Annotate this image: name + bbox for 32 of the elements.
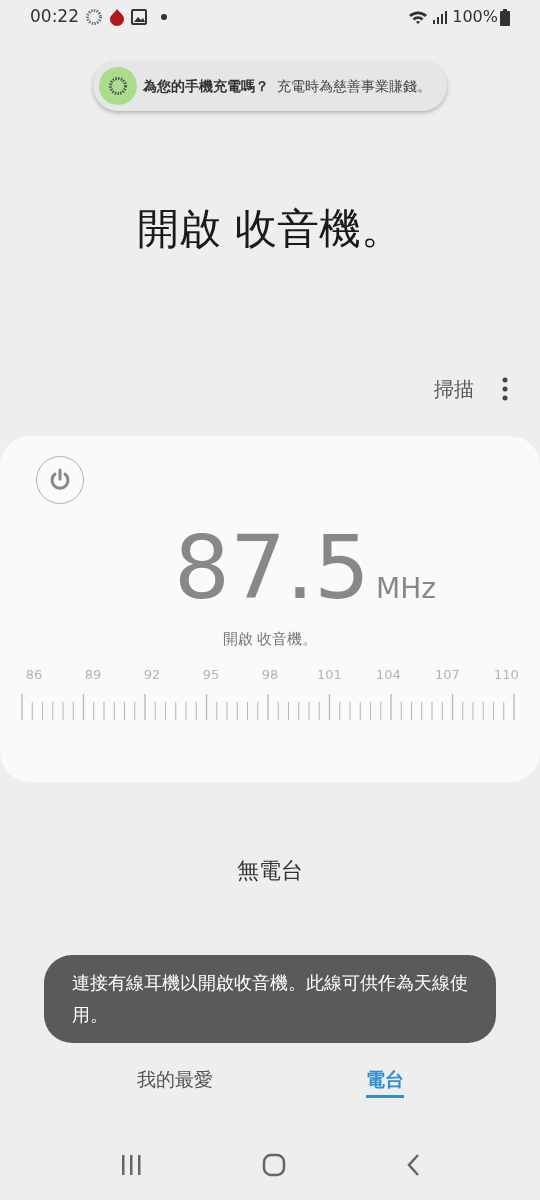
signal-icon <box>432 9 449 25</box>
scan-button[interactable]: 掃描 <box>434 374 474 404</box>
notification-text: 充電時為慈善事業賺錢。 <box>277 76 431 96</box>
frequency-reading: 87.5 <box>174 524 370 612</box>
more-options-icon[interactable] <box>502 377 508 401</box>
scale-label: 89 <box>83 665 103 684</box>
charity-ring-icon <box>99 67 137 105</box>
image-icon <box>131 9 147 25</box>
notification-title: 為您的手機充電嗎？ <box>143 76 269 96</box>
scale-label: 110 <box>494 665 518 684</box>
battery-icon <box>500 8 510 26</box>
tuner-status: 開啟 收音機。 <box>222 629 318 650</box>
charity-ring-icon <box>85 8 103 26</box>
empty-state-title: 無電台 <box>237 857 303 885</box>
scale-label: 101 <box>317 665 341 684</box>
frequency-unit: MHz <box>376 571 436 607</box>
back-icon[interactable] <box>406 1153 420 1177</box>
scale-label: 98 <box>260 665 280 684</box>
scale-label: 107 <box>435 665 459 684</box>
toast-message: 連接有線耳機以開啟收音機。此線可供作為天線使用。 <box>44 955 496 1043</box>
home-icon[interactable] <box>262 1153 286 1177</box>
tab[interactable]: 我的最愛 <box>136 1064 213 1098</box>
headline: 開啟 收音機。 <box>137 203 403 255</box>
recent-apps-icon[interactable] <box>120 1154 142 1176</box>
clock: 00:22 <box>30 5 79 29</box>
scale-label: 86 <box>24 665 44 684</box>
power-icon <box>48 468 72 492</box>
scale-label: 95 <box>201 665 221 684</box>
scale-label: 92 <box>142 665 162 684</box>
charity-notification[interactable]: 為您的手機充電嗎？ 充電時為慈善事業賺錢。 <box>93 61 447 111</box>
battery-percent: 100% <box>452 6 498 28</box>
scale-label: 104 <box>376 665 400 684</box>
